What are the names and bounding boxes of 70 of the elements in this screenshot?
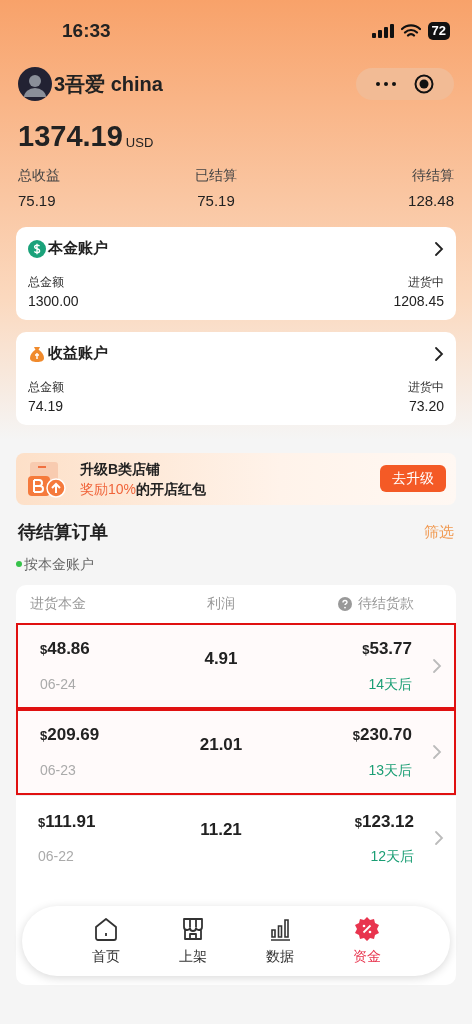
order-date: 06-23 bbox=[40, 760, 77, 780]
chevron-right-icon bbox=[434, 830, 444, 846]
due-text: 12天后 bbox=[370, 847, 414, 867]
dollar-coin-icon bbox=[28, 239, 46, 258]
chevron-right-icon bbox=[432, 743, 442, 760]
stat-value: 75.19 bbox=[18, 191, 56, 211]
account-title: 本金账户 bbox=[48, 238, 108, 259]
status-dot-icon bbox=[16, 561, 22, 567]
signal-icon bbox=[371, 24, 394, 38]
banner-title: 升级B类店铺 bbox=[80, 459, 162, 479]
payout-amount: $53.77 bbox=[362, 638, 412, 661]
battery-indicator: 72 bbox=[427, 22, 450, 40]
tab-item[interactable]: 首页 bbox=[91, 915, 120, 967]
tab-item[interactable]: 资金 bbox=[352, 915, 381, 967]
discount-badge-icon bbox=[353, 915, 380, 942]
payout-amount: $123.12 bbox=[354, 810, 414, 833]
account-value: 1300.00 bbox=[28, 291, 79, 311]
order-row[interactable]: $209.69 06-23 21.01 $230.70 13天后 bbox=[16, 708, 456, 795]
account-label: 总金额 bbox=[28, 378, 64, 396]
tab-item[interactable]: 上架 bbox=[178, 915, 207, 967]
wifi-icon bbox=[400, 23, 421, 39]
profit-amount: 21.01 bbox=[199, 733, 243, 756]
house-icon bbox=[92, 915, 119, 942]
money-bag-icon bbox=[28, 344, 46, 363]
order-row[interactable]: $48.86 06-24 4.91 $53.77 14天后 bbox=[16, 622, 456, 709]
account-value: 1208.45 bbox=[393, 291, 444, 311]
account-value: 74.19 bbox=[28, 396, 64, 416]
tab-item[interactable]: 数据 bbox=[265, 915, 294, 967]
principal-amount: $111.91 bbox=[38, 810, 97, 833]
profile-name: 3吾爱 china bbox=[54, 72, 163, 97]
banner-subtitle: 奖励10%的开店红包 bbox=[80, 479, 208, 499]
stat-label: 已结算 bbox=[195, 166, 237, 185]
account-card[interactable]: 本金账户 总金额 1300.00 进货中 1208.45 bbox=[16, 226, 456, 320]
profit-amount: 4.91 bbox=[204, 647, 238, 670]
due-text: 14天后 bbox=[368, 674, 412, 694]
profit-amount: 11.21 bbox=[200, 818, 242, 841]
close-target-icon bbox=[414, 74, 434, 94]
order-date: 06-24 bbox=[40, 674, 77, 694]
chevron-right-icon bbox=[434, 345, 444, 362]
account-title: 收益账户 bbox=[48, 343, 108, 364]
balance-amount: 1374.19 bbox=[18, 122, 123, 151]
order-date: 06-22 bbox=[38, 847, 75, 867]
stat-value: 128.48 bbox=[408, 191, 454, 211]
shop-upgrade-icon bbox=[26, 459, 66, 498]
chevron-right-icon bbox=[434, 240, 444, 257]
balance-currency: USD bbox=[125, 136, 154, 149]
account-value: 73.20 bbox=[408, 396, 444, 416]
principal-amount: $48.86 bbox=[40, 638, 91, 661]
section-title: 待结算订单 bbox=[18, 520, 108, 544]
more-icon bbox=[376, 82, 396, 86]
chevron-right-icon bbox=[432, 657, 442, 674]
help-icon bbox=[338, 596, 352, 611]
upgrade-banner[interactable]: 升级B类店铺 奖励10%的开店红包 去升级 bbox=[16, 452, 456, 505]
account-label: 总金额 bbox=[28, 273, 65, 291]
column-header: 进货本金 bbox=[29, 594, 87, 613]
account-label: 进货中 bbox=[408, 273, 444, 291]
stat-label: 总收益 bbox=[18, 166, 60, 185]
account-label: 进货中 bbox=[408, 378, 444, 396]
account-filter-label: 按本金账户 bbox=[24, 554, 94, 574]
status-time: 16:33 bbox=[62, 18, 111, 43]
stat-value: 75.19 bbox=[197, 191, 235, 211]
stat-label: 待结算 bbox=[412, 166, 454, 185]
principal-amount: $209.69 bbox=[40, 724, 101, 747]
capsule-menu[interactable] bbox=[356, 68, 454, 100]
account-card[interactable]: 收益账户 总金额 74.19 进货中 73.20 bbox=[16, 331, 456, 425]
column-header: 待结货款 bbox=[358, 594, 414, 613]
avatar bbox=[18, 67, 52, 101]
due-text: 13天后 bbox=[368, 760, 412, 780]
payout-amount: $230.70 bbox=[352, 724, 412, 747]
column-header: 利润 bbox=[206, 594, 236, 613]
